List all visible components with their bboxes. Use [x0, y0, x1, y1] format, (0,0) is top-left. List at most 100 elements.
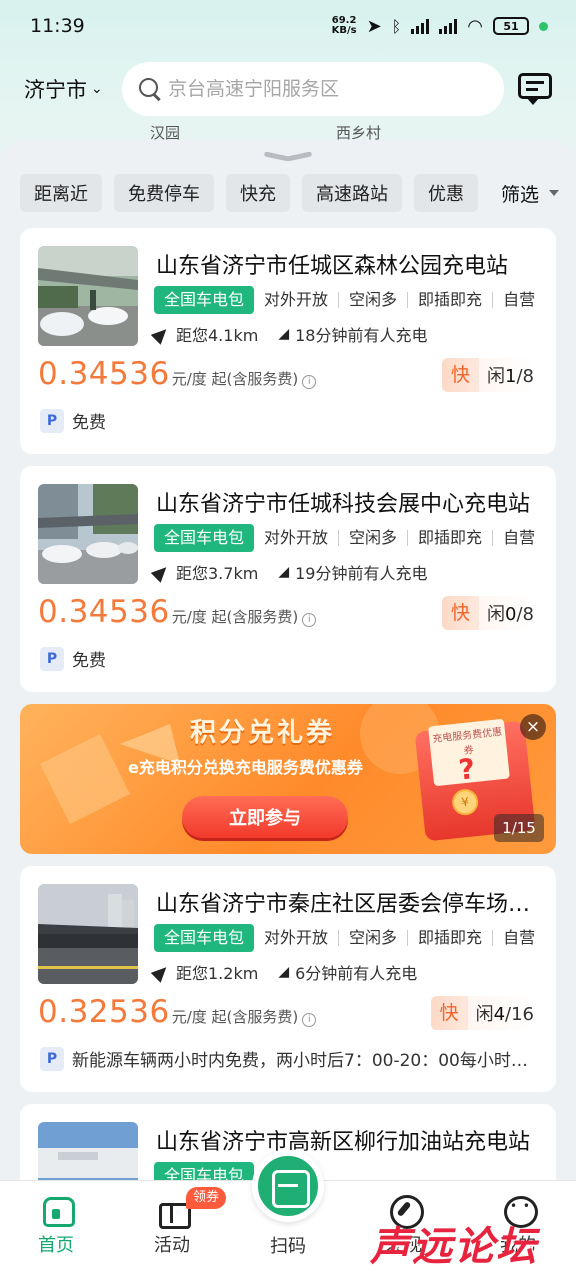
info-icon[interactable]: i: [302, 1013, 317, 1027]
idle-label: 闲: [487, 604, 506, 625]
station-photo: [38, 246, 138, 346]
tag: 即插即充: [407, 530, 492, 546]
station-photo: [38, 884, 138, 984]
station-name: 山东省济宁市高新区柳行加油站充电站: [156, 1130, 531, 1155]
fast-charger-availability: 快 闲1/8: [442, 358, 534, 392]
search-input[interactable]: [168, 78, 488, 100]
tag-national-pack: 全国车电包: [154, 924, 255, 952]
triangle-down-icon: [549, 190, 559, 196]
chip-distance[interactable]: 距离近: [20, 174, 102, 212]
distance: 距您4.1km: [176, 326, 259, 345]
gift-icon: [156, 1193, 191, 1229]
info-icon[interactable]: i: [302, 375, 317, 389]
distance: 距您1.2km: [176, 964, 259, 983]
fast-label: 快: [442, 358, 480, 392]
fast-label: 快: [430, 996, 468, 1030]
promo-banner[interactable]: 积分兑礼券 e充电积分兑换充电服务费优惠券 立即参与 充电服务费优惠券 ? ¥ …: [20, 704, 556, 854]
last-charged: 19分钟前有人充电: [295, 564, 428, 583]
price-unit: 元/度 起(含服务费): [171, 608, 299, 626]
tag: 空闲多: [338, 292, 407, 308]
station-photo: [38, 1122, 138, 1180]
status-time: 11:39: [30, 15, 85, 37]
chip-highway[interactable]: 高速路站: [302, 174, 402, 212]
charging-wave-icon: ◢: [278, 964, 290, 980]
station-photo: [38, 484, 138, 584]
total-count: /8: [516, 604, 534, 625]
price-row: 0.34536 元/度 起(含服务费) i: [38, 356, 317, 392]
watermark: 声远论坛: [370, 1224, 538, 1270]
net-speed: 69.2 KB/s: [331, 15, 357, 36]
station-card[interactable]: 山东省济宁市任城科技会展中心充电站 全国车电包 对外开放 空闲多 即插即充 自营…: [20, 466, 556, 692]
signal-1-icon: [411, 18, 430, 34]
sheet-handle-icon[interactable]: [264, 148, 312, 164]
station-card[interactable]: 山东省济宁市任城区森林公园充电站 全国车电包 对外开放 空闲多 即插即充 自营 …: [20, 228, 556, 454]
banner-page-indicator: 1/15: [494, 814, 544, 842]
search-bar[interactable]: [122, 62, 504, 116]
scan-label[interactable]: 扫码: [248, 1232, 328, 1258]
station-name: 山东省济宁市秦庄社区居委会停车场充电站: [156, 892, 536, 917]
idle-label: 闲: [475, 1004, 494, 1025]
info-icon[interactable]: i: [302, 613, 317, 627]
tag-national-pack: 全国车电包: [154, 1162, 255, 1180]
idle-label: 闲: [487, 366, 506, 387]
nav-home-label: 首页: [38, 1235, 74, 1256]
station-tags: 全国车电包: [154, 1162, 536, 1180]
parking-text: 免费: [72, 651, 106, 671]
city-selector[interactable]: 济宁市 ⌄: [24, 74, 120, 104]
tag: 自营: [492, 530, 536, 546]
price-row: 0.34536 元/度 起(含服务费) i: [38, 594, 317, 630]
question-mark-icon: ?: [457, 752, 477, 787]
search-icon: [138, 77, 162, 101]
station-tags: 全国车电包 对外开放 空闲多 即插即充 自营: [154, 524, 536, 552]
station-tags: 全国车电包 对外开放 空闲多 即插即充 自营: [154, 924, 536, 952]
status-icons: 69.2 KB/s ➤ ᛒ ◠ 51: [332, 16, 548, 37]
privacy-dot-icon: [539, 21, 548, 31]
tag: 对外开放: [264, 928, 329, 947]
price-row: 0.32536 元/度 起(含服务费) i: [38, 994, 317, 1030]
last-charged: 18分钟前有人充电: [295, 326, 428, 345]
tag: 自营: [492, 292, 536, 308]
filter-button[interactable]: 筛选: [484, 174, 576, 212]
nav-home[interactable]: 首页: [16, 1193, 96, 1257]
price: 0.32536: [38, 994, 170, 1030]
price-unit: 元/度 起(含服务费): [171, 1008, 299, 1026]
city-name: 济宁市: [24, 78, 87, 102]
scan-button[interactable]: [252, 1150, 324, 1222]
price: 0.34536: [38, 356, 170, 392]
banner-title: 积分兑礼券: [190, 718, 336, 748]
last-charged: 6分钟前有人充电: [295, 964, 418, 983]
parking-info: P 新能源车辆两小时内免费，两小时后7：00-20：00每小时收费: [40, 1046, 536, 1071]
navigation-arrow-icon: [150, 961, 172, 983]
parking-text: 新能源车辆两小时内免费，两小时后7：00-20：00每小时收费: [72, 1051, 532, 1071]
parking-icon: P: [40, 1046, 64, 1071]
charging-wave-icon: ◢: [278, 564, 290, 580]
navigation-arrow-icon: [150, 561, 172, 583]
parking-text: 免费: [72, 413, 106, 433]
parking-icon: P: [40, 408, 64, 433]
parking-info: P 免费: [40, 408, 106, 433]
chip-free-parking[interactable]: 免费停车: [114, 174, 214, 212]
tag-national-pack: 全国车电包: [154, 286, 255, 314]
message-icon[interactable]: [516, 69, 556, 109]
parking-info: P 免费: [40, 646, 106, 671]
join-now-button[interactable]: 立即参与: [182, 796, 348, 838]
station-meta: 距您1.2km ◢ 6分钟前有人充电: [150, 960, 418, 984]
chip-discount[interactable]: 优惠: [414, 174, 478, 212]
price-unit: 元/度 起(含服务费): [171, 370, 299, 388]
fast-charger-availability: 快 闲4/16: [430, 996, 534, 1030]
idle-count: 0: [505, 604, 517, 625]
home-icon: [40, 1193, 75, 1227]
station-list-sheet[interactable]: 距离近 免费停车 快充 高速路站 优惠 筛选 山东省济宁市任城区森林公园充电站 …: [0, 140, 576, 1180]
station-card[interactable]: 山东省济宁市秦庄社区居委会停车场充电站 全国车电包 对外开放 空闲多 即插即充 …: [20, 866, 556, 1092]
total-count: /16: [505, 1004, 534, 1025]
chevron-down-icon: ⌄: [91, 81, 103, 97]
distance: 距您3.7km: [176, 564, 259, 583]
status-bar: 11:39 69.2 KB/s ➤ ᛒ ◠ 51: [0, 0, 576, 52]
fast-charger-availability: 快 闲0/8: [442, 596, 534, 630]
chip-fast-charge[interactable]: 快充: [226, 174, 290, 212]
idle-count: 4: [493, 1004, 506, 1025]
close-icon[interactable]: ×: [520, 714, 546, 740]
tag: 即插即充: [407, 292, 492, 308]
station-meta: 距您3.7km ◢ 19分钟前有人充电: [150, 560, 428, 584]
signal-2-icon: [439, 18, 458, 34]
